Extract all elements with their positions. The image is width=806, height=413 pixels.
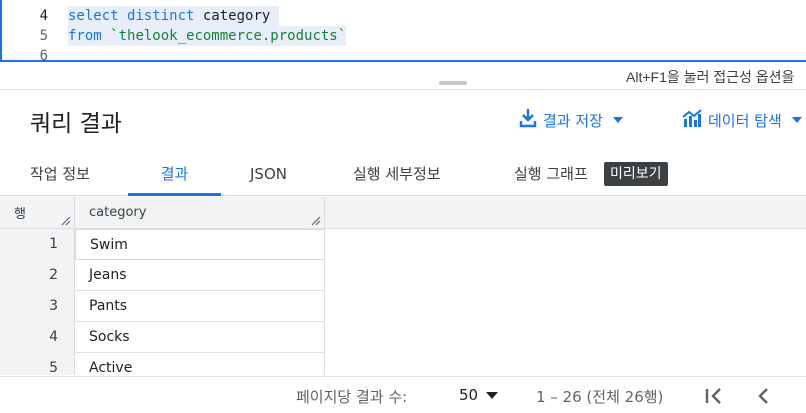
column-resize-icon[interactable] <box>311 216 321 226</box>
row-number-cell: 2 <box>0 260 75 291</box>
table-row: 5 Active <box>0 353 325 375</box>
chart-icon <box>682 108 702 132</box>
save-results-label: 결과 저장 <box>543 111 603 130</box>
table-row: 1 Swim <box>0 229 325 260</box>
page-size-label: 페이지당 결과 수: <box>296 388 408 406</box>
grid-header: 행 category <box>0 197 806 229</box>
preview-badge: 미리보기 <box>604 162 668 186</box>
code-line: 4 select distinct category <box>2 6 806 26</box>
row-number: 4 <box>49 329 58 345</box>
cell-value: Pants <box>89 298 128 314</box>
page-range: 1 – 26 (전체 26행) <box>536 388 664 406</box>
code-text: select distinct category <box>68 6 279 26</box>
results-grid: 행 category 1 Swim 2 Jeans 3 Pants 4 Sock… <box>0 197 806 375</box>
sql-editor[interactable]: 4 select distinct category 5 from `thelo… <box>0 0 806 62</box>
page-size-select[interactable]: 50 <box>459 386 499 404</box>
sql-keyword: select <box>68 8 119 24</box>
previous-page-icon[interactable] <box>752 385 776 407</box>
row-number: 2 <box>49 267 58 283</box>
row-number-cell: 4 <box>0 322 75 353</box>
panel-splitter[interactable]: Alt+F1을 눌러 접근성 옵션을 <box>0 62 806 90</box>
row-number-cell: 3 <box>0 291 75 322</box>
row-header-cell: 행 <box>0 197 75 229</box>
table-row: 4 Socks <box>0 322 325 353</box>
page-size-value: 50 <box>459 386 479 404</box>
line-number: 6 <box>39 48 48 62</box>
row-number-cell: 1 <box>0 229 75 260</box>
category-cell[interactable]: Jeans <box>75 260 325 291</box>
line-number: 5 <box>39 28 48 44</box>
tab-job-info[interactable]: 작업 정보 <box>30 152 90 196</box>
cell-value: Active <box>89 360 133 375</box>
line-number: 4 <box>39 8 48 24</box>
results-title: 쿼리 결과 <box>30 111 122 137</box>
row-number: 1 <box>49 236 58 252</box>
tab-json[interactable]: JSON <box>250 152 287 196</box>
table-row: 3 Pants <box>0 291 325 322</box>
category-cell[interactable]: Socks <box>75 322 325 353</box>
cell-value: Swim <box>90 237 128 253</box>
drag-handle[interactable] <box>439 81 467 85</box>
pagination-bar: 페이지당 결과 수: 50 1 – 26 (전체 26행) <box>0 376 806 413</box>
row-number-cell: 5 <box>0 353 75 375</box>
results-tabs: 작업 정보 결과 JSON 실행 세부정보 실행 그래프 <box>0 152 806 196</box>
row-header-label: 행 <box>14 207 26 222</box>
explore-data-button[interactable]: 데이터 탐색 <box>682 108 802 132</box>
column-header-label: category <box>89 205 147 220</box>
column-resize-icon[interactable] <box>61 216 71 226</box>
sql-keyword: from <box>68 28 102 44</box>
category-cell[interactable]: Swim <box>75 229 325 260</box>
cell-value: Jeans <box>89 267 127 283</box>
sql-keyword: distinct <box>127 8 195 24</box>
first-page-icon[interactable] <box>702 385 726 407</box>
tab-execution-details[interactable]: 실행 세부정보 <box>353 152 441 196</box>
row-number: 5 <box>49 360 58 375</box>
tab-execution-graph[interactable]: 실행 그래프 <box>514 152 588 196</box>
table-row: 2 Jeans <box>0 260 325 291</box>
code-text: from `thelook_ecommerce.products` <box>68 26 347 46</box>
accessibility-hint: Alt+F1을 눌러 접근성 옵션을 <box>626 69 795 85</box>
cell-value: Socks <box>89 329 130 345</box>
category-cell[interactable]: Pants <box>75 291 325 322</box>
active-tab-indicator <box>128 193 221 196</box>
sql-text: category <box>194 8 279 24</box>
category-cell[interactable]: Active <box>75 353 325 375</box>
chevron-down-icon <box>791 117 802 123</box>
sql-table-ref: `thelook_ecommerce.products` <box>110 28 347 44</box>
code-line: 5 from `thelook_ecommerce.products` <box>2 26 806 46</box>
tab-results[interactable]: 결과 <box>128 152 221 196</box>
code-line: 6 <box>2 46 806 62</box>
explore-data-label: 데이터 탐색 <box>708 111 782 130</box>
row-number: 3 <box>49 298 58 314</box>
download-icon <box>519 108 537 132</box>
chevron-down-icon <box>486 391 499 399</box>
column-header-category[interactable]: category <box>75 197 325 229</box>
save-results-button[interactable]: 결과 저장 <box>519 108 623 132</box>
chevron-down-icon <box>612 117 623 123</box>
